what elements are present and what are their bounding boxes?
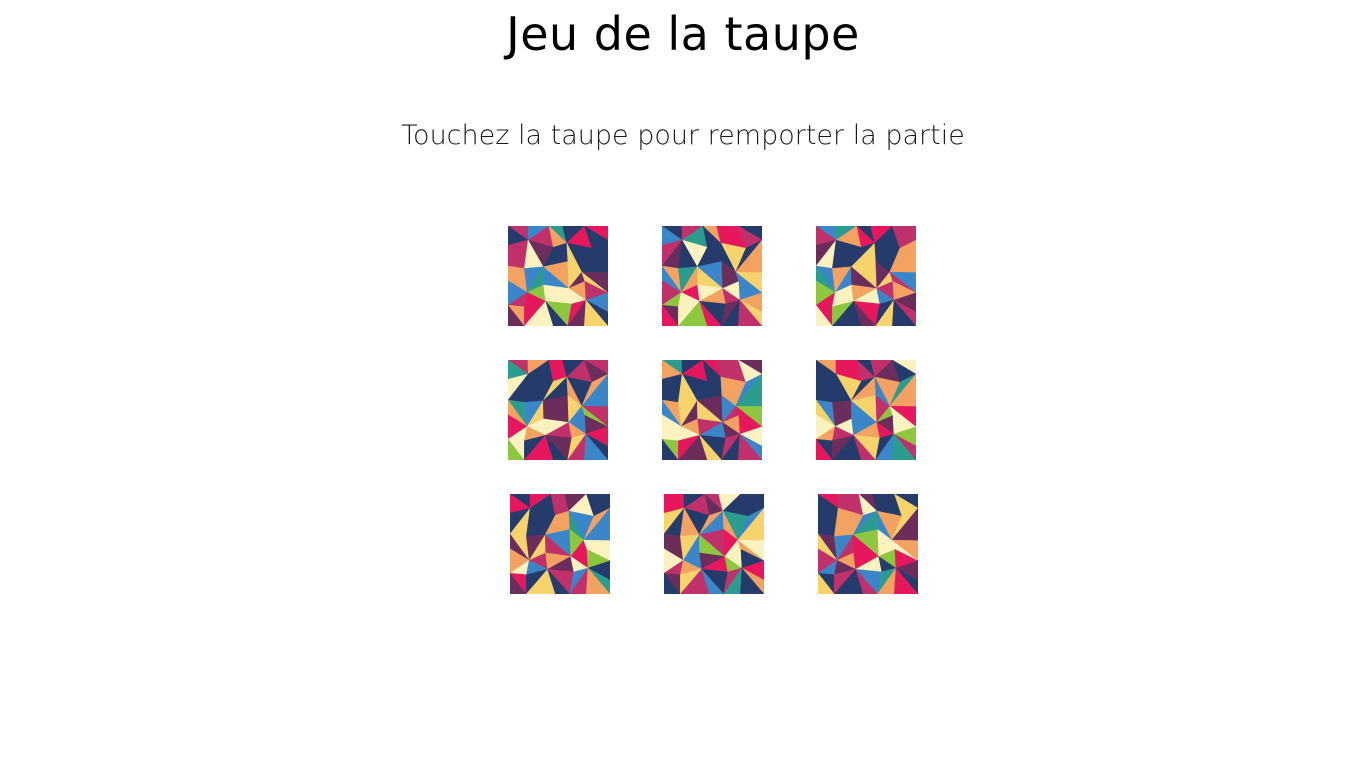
hole-tile-7[interactable] <box>510 494 610 594</box>
low-poly-pattern-image <box>508 360 608 460</box>
low-poly-pattern-image <box>664 494 764 594</box>
hole-tile-5[interactable] <box>662 360 762 460</box>
low-poly-pattern-image <box>662 360 762 460</box>
low-poly-pattern-image <box>816 360 916 460</box>
instructions-text: Touchez la taupe pour remporter la parti… <box>401 120 965 151</box>
hole-tile-4[interactable] <box>508 360 608 460</box>
game-page: Jeu de la taupe Touchez la taupe pour re… <box>0 0 1366 768</box>
low-poly-pattern-image <box>508 226 608 326</box>
low-poly-pattern-image <box>510 494 610 594</box>
low-poly-pattern-image <box>662 226 762 326</box>
hole-tile-6[interactable] <box>816 360 916 460</box>
low-poly-pattern-image <box>818 494 918 594</box>
hole-tile-8[interactable] <box>664 494 764 594</box>
low-poly-pattern-image <box>816 226 916 326</box>
page-title: Jeu de la taupe <box>506 7 860 61</box>
hole-tile-3[interactable] <box>816 226 916 326</box>
hole-tile-2[interactable] <box>662 226 762 326</box>
hole-tile-9[interactable] <box>818 494 918 594</box>
hole-tile-1[interactable] <box>508 226 608 326</box>
